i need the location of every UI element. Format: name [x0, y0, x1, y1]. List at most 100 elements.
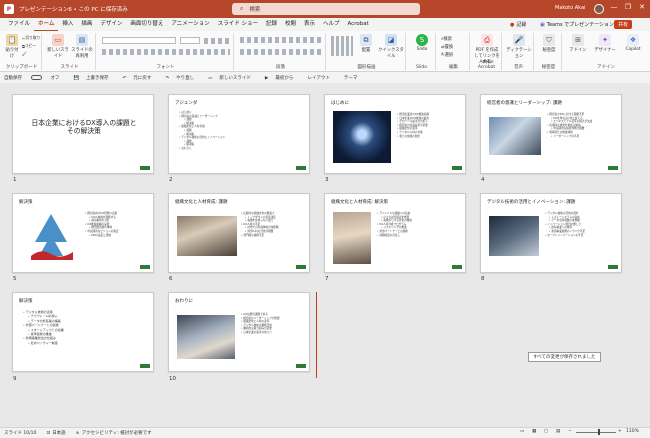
replace-button[interactable]: ⇄ 置換 [441, 44, 454, 51]
designer-button[interactable]: ✦ デザイナー [592, 34, 618, 53]
format-painter-button[interactable]: 🖌 [22, 51, 27, 56]
tab-transitions[interactable]: 画面切り替え [126, 18, 167, 31]
theme-label: テーマ [343, 75, 358, 81]
copy-label: コピー [24, 43, 37, 48]
slide-count[interactable]: スライド 10/10 [4, 430, 36, 436]
copy-button[interactable]: ⧉ コピー [22, 43, 36, 49]
slide-bullets: 伝統的な組織文化の根強さ トップダウンの意思決定 失敗を許容しない風土 DX人材… [241, 212, 305, 237]
undo-label: 元に戻す [133, 75, 152, 81]
accessibility-status[interactable]: アクセシビリティ: 検討が必要です [82, 430, 152, 436]
font-size-dropdown[interactable] [180, 37, 200, 44]
zoom-slider-thumb[interactable] [598, 429, 600, 435]
font-size-controls[interactable] [204, 38, 230, 44]
shapes-gallery[interactable] [331, 36, 353, 56]
from-start-button[interactable]: ▶ 最初から [265, 75, 300, 81]
slide-thumbnail-8[interactable]: デジタル技術の活用とイノベーション: 課題 デジタル技術の活用の遅れ レガシーシ… [480, 193, 622, 273]
tab-view[interactable]: 表示 [300, 18, 319, 31]
share-button[interactable]: 共有 [614, 20, 633, 29]
find-label: 検索 [443, 37, 452, 42]
avatar[interactable] [594, 4, 604, 14]
tab-insert[interactable]: 挿入 [58, 18, 77, 31]
slide-sorter-view-icon[interactable]: ▦ [532, 429, 536, 434]
dictate-button[interactable]: 🎤 ディクテーション [506, 34, 532, 59]
minimize-button[interactable]: — [608, 3, 620, 11]
tab-animations[interactable]: アニメーション [167, 18, 213, 31]
tab-acrobat[interactable]: Acrobat [344, 18, 373, 31]
autosave-toggle[interactable]: 自動保存 オフ [4, 74, 66, 81]
from-start-label: 最初から [275, 75, 294, 81]
handshake-image [489, 117, 541, 155]
reading-view-icon[interactable]: ▢ [544, 429, 548, 434]
theme-button[interactable]: テーマ [344, 75, 365, 81]
quick-styles-icon: ◪ [385, 34, 397, 46]
user-name[interactable]: Makoto Akai [555, 5, 585, 11]
group-sensitivity: ⛉ 秘密度 秘密度 [536, 33, 562, 70]
zoom-slider[interactable] [576, 432, 616, 433]
zoom-out-icon[interactable]: − [568, 429, 572, 434]
slide-title: はじめに [331, 101, 349, 106]
record-button[interactable]: ● 記録 [510, 20, 526, 29]
tab-slideshow[interactable]: スライド ショー [214, 18, 262, 31]
copilot-label: Copilot [625, 47, 641, 52]
select-button[interactable]: ⇱ 選択 [441, 52, 453, 59]
font-name-dropdown[interactable] [102, 37, 176, 44]
slide-thumbnail-2[interactable]: アジェンダ はじめに 経営者の意識とリーダーシップ 課題 解決策 組織文化と人材… [168, 94, 310, 174]
find-button[interactable]: ⌕ 検索 [441, 36, 452, 43]
group-label-drawing: 図形描画 [357, 65, 376, 70]
tab-review[interactable]: 校閲 [281, 18, 300, 31]
normal-view-icon[interactable]: ▭ [520, 429, 524, 434]
replace-label: 置換 [444, 45, 454, 50]
cut-button[interactable]: ✂ 切り取り [22, 35, 40, 41]
undo-button[interactable]: ↶ 元に戻す [123, 75, 159, 81]
tab-file[interactable]: ファイル [4, 18, 34, 31]
slide-thumbnail-4[interactable]: 経営者の意識とリーダーシップ: 課題 経営者のDXに対する理解不足 DXを単なる… [480, 94, 622, 174]
search-box[interactable]: ⌕ 検索 [232, 3, 420, 15]
save-button[interactable]: 💾 上書き保存 [73, 75, 115, 81]
slide-thumbnail-5[interactable]: 解決策 経営者向けDX研修の実施 DXの本質を理解する 成功事例の共有 DX推進… [12, 193, 154, 273]
slido-button[interactable]: S Slido [411, 34, 433, 52]
slideshow-view-icon[interactable]: ▤ [556, 429, 560, 434]
slide-title: 組織文化と人材育成: 解決策 [331, 200, 388, 205]
slide-thumbnail-9[interactable]: 解決策 デジタル技術の活用 クラウド・AIの導入 データ分析基盤の構築 外部パー… [12, 292, 154, 372]
tab-design[interactable]: デザイン [96, 18, 126, 31]
zoom-level[interactable]: 110% [626, 429, 639, 434]
redo-button[interactable]: ↷ やり直し [165, 75, 201, 81]
slide-bullets: アジャイルな組織への転換 小さな試行錯誤を推奨 失敗から学ぶ文化の醸成 DX人材… [377, 212, 461, 237]
maximize-button[interactable]: ❐ [622, 3, 634, 11]
qat-new-slide-button[interactable]: ▭ 新しいスライド [208, 75, 258, 81]
list-buttons[interactable] [240, 37, 322, 43]
tab-home[interactable]: ホーム [34, 18, 59, 31]
slide-thumbnail-3[interactable]: はじめに 経済産業省のDX推進指標 日本企業のDX推進の遅れ グローバル競争力の… [324, 94, 466, 174]
new-slide-button[interactable]: ▭ 新しいスライド [47, 34, 69, 59]
language-icon: ⊡ [46, 430, 51, 436]
alignment-buttons[interactable] [240, 49, 322, 55]
close-button[interactable]: ✕ [636, 3, 648, 11]
slide-thumbnail-1[interactable]: 日本企業におけるDX導入の課題とその解決策 [12, 94, 154, 174]
language-label[interactable]: 日本語 [52, 430, 66, 436]
slide-thumbnail-6[interactable]: 組織文化と人材育成: 課題 伝統的な組織文化の根強さ トップダウンの意思決定 失… [168, 193, 310, 273]
slide-title: おわりに [175, 299, 193, 304]
clipboard-icon: 📋 [6, 34, 18, 46]
font-format-buttons[interactable] [102, 49, 230, 55]
arrange-button[interactable]: ⧉ 配置 [356, 34, 376, 53]
copilot-icon: ❖ [627, 34, 639, 46]
reuse-slide-button[interactable]: ▤ スライドの再利用 [70, 34, 94, 59]
paste-button[interactable]: 📋 貼り付け [4, 34, 20, 59]
tab-draw[interactable]: 描画 [77, 18, 96, 31]
zoom-in-icon[interactable]: + [618, 429, 622, 434]
slide-bullets: 経営者向けDX研修の実施 DXの本質を理解する 成功事例の共有 DX推進組織の設… [85, 212, 151, 237]
addins-button[interactable]: ⊞ アドイン [566, 34, 590, 53]
redo-label: やり直し [176, 75, 195, 81]
sensitivity-button[interactable]: ⛉ 秘密度 [538, 34, 560, 53]
tab-record[interactable]: 記録 [262, 18, 281, 31]
quick-styles-button[interactable]: ◪ クイックスタイル [378, 34, 404, 59]
layout-button[interactable]: レイアウト [307, 75, 337, 81]
tab-help[interactable]: ヘルプ [319, 18, 344, 31]
copilot-button[interactable]: ❖ Copilot [620, 34, 646, 52]
teams-label: Teams でプレゼンテーション [546, 22, 615, 28]
slide-thumbnail-7[interactable]: 組織文化と人材育成: 解決策 アジャイルな組織への転換 小さな試行錯誤を推奨 失… [324, 193, 466, 273]
vr-headset-image [489, 216, 539, 256]
teams-present-button[interactable]: ▣ Teams でプレゼンテーション [540, 20, 614, 29]
status-bar: スライド 10/10 ⊡ 日本語 ♿ アクセシビリティ: 検討が必要です [0, 427, 650, 438]
slide-thumbnail-10[interactable]: おわりに DXは経営課題である 経営者のリーダーシップが重要 組織文化と人材の変… [168, 292, 310, 372]
